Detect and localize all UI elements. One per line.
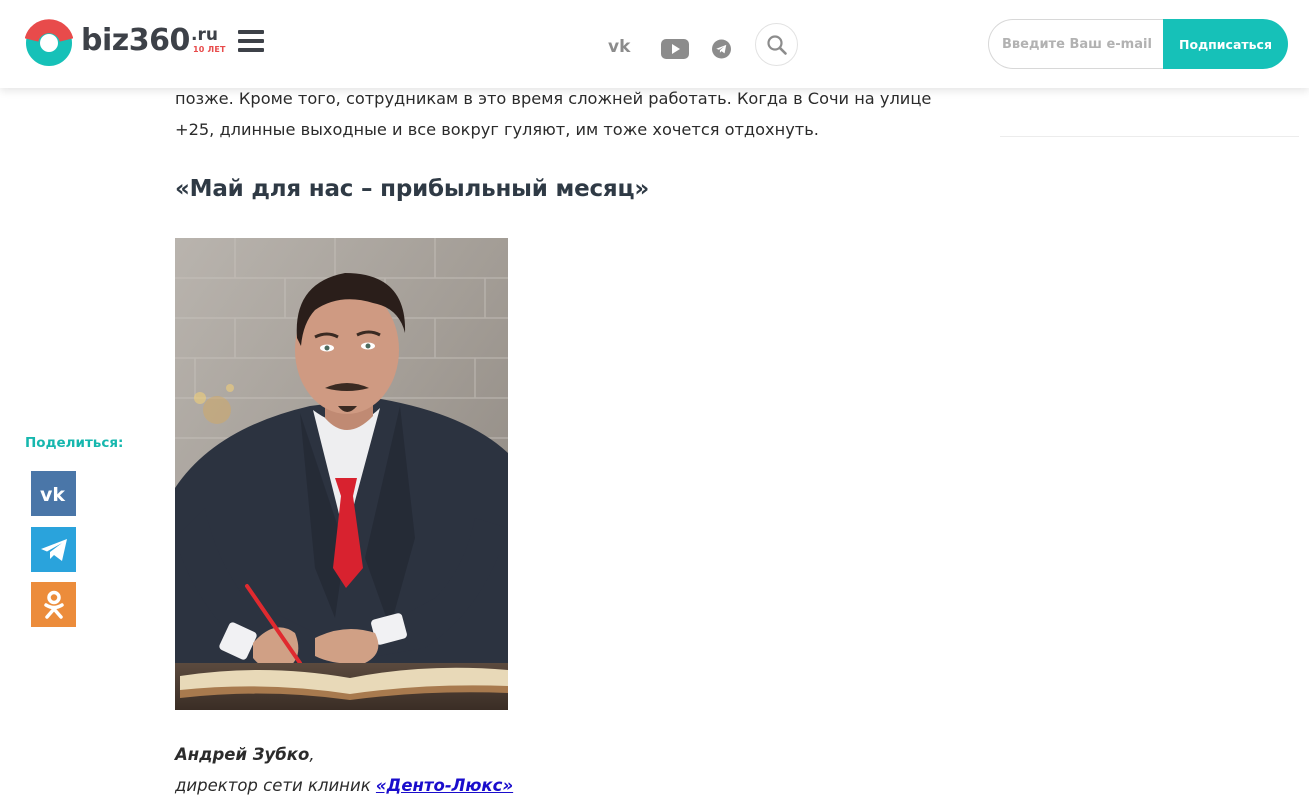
share-telegram-button[interactable] — [31, 527, 76, 572]
section-heading: «Май для нас – прибыльный месяц» — [175, 176, 649, 202]
logo-mark-icon — [25, 19, 73, 66]
sidebar-divider — [1000, 136, 1299, 137]
clinic-link[interactable]: «Денто-Люкс» — [376, 776, 513, 795]
menu-burger-icon[interactable] — [238, 30, 264, 54]
author-name-text: Андрей Зубко — [175, 745, 310, 764]
vk-icon: vk — [40, 484, 65, 504]
search-button[interactable] — [755, 23, 798, 66]
share-odnoklassniki-button[interactable] — [31, 582, 76, 627]
svg-text:vk: vk — [40, 484, 65, 504]
logo-badge: 10 ЛЕТ — [193, 45, 226, 54]
author-role: директор сети клиник «Денто-Люкс» — [175, 776, 513, 795]
author-role-text: директор сети клиник — [175, 776, 376, 795]
portrait-photo — [175, 238, 508, 710]
logo-text: biz360 — [81, 23, 190, 58]
article-paragraph: позже. Кроме того, сотрудникам в это вре… — [175, 89, 932, 139]
logo-domain: .ru — [191, 25, 218, 45]
site-header: biz360 .ru 10 ЛЕТ vk Подписаться — [0, 0, 1309, 88]
author-name-suffix: , — [309, 745, 315, 764]
odnoklassniki-icon — [43, 590, 64, 619]
search-icon — [767, 35, 787, 55]
telegram-icon — [40, 538, 67, 561]
share-vk-button[interactable]: vk — [31, 471, 76, 516]
subscribe-button[interactable]: Подписаться — [1163, 19, 1288, 69]
site-logo[interactable]: biz360 .ru 10 ЛЕТ — [25, 19, 230, 67]
vk-icon[interactable]: vk — [608, 34, 636, 58]
youtube-icon[interactable] — [661, 37, 689, 61]
author-name: Андрей Зубко, — [175, 745, 315, 764]
svg-text:vk: vk — [608, 37, 631, 57]
share-label: Поделиться: — [25, 435, 124, 451]
subscribe-form: Подписаться — [988, 19, 1288, 69]
email-field[interactable] — [988, 19, 1168, 69]
telegram-icon[interactable] — [712, 37, 731, 61]
